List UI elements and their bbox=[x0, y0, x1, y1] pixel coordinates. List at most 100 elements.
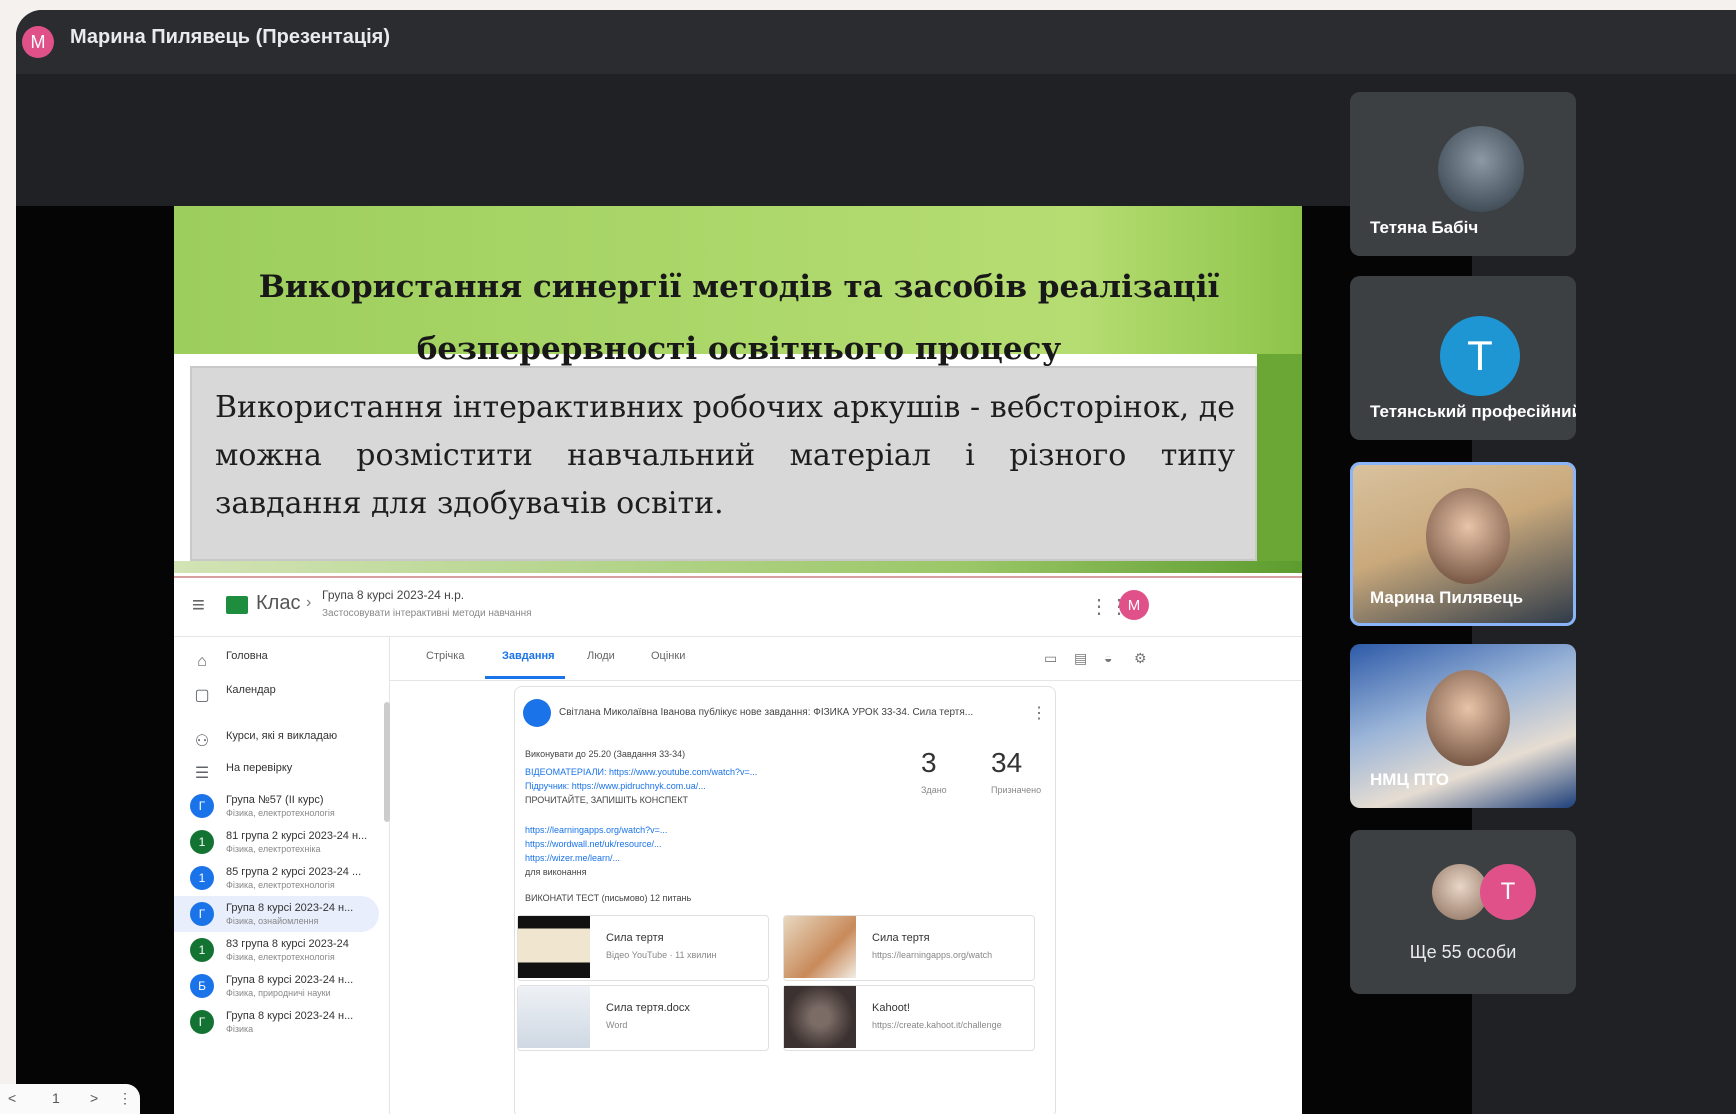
post-link[interactable]: https://wizer.me/learn/... bbox=[525, 853, 620, 863]
more-participants-label: Ще 55 особи bbox=[1409, 942, 1517, 962]
slide-header: Використання синергії методів та засобів… bbox=[174, 206, 1302, 367]
sidebar-item-label: Курси, які я викладаю bbox=[226, 730, 338, 742]
participant-photo bbox=[1438, 126, 1524, 212]
attachment-subtitle: https://learningapps.org/watch bbox=[872, 950, 993, 960]
pager-page-number: 1 bbox=[52, 1090, 60, 1106]
post-link[interactable]: Підручник: https://www.pidruchnyk.com.ua… bbox=[525, 781, 706, 791]
menu-icon[interactable]: ≡ bbox=[192, 592, 205, 618]
sidebar-scrollbar[interactable] bbox=[384, 702, 390, 822]
more-options-icon[interactable]: ⋮ bbox=[1031, 703, 1047, 723]
slide-body-text: Використання інтерактивних робочих аркуш… bbox=[215, 390, 1235, 521]
assigned-label: Призначено bbox=[991, 785, 1042, 795]
assignment-icon bbox=[523, 699, 551, 727]
sidebar-item-label: Група 8 курсі 2023-24 н... bbox=[226, 902, 354, 914]
class-avatar: 1 bbox=[190, 866, 214, 890]
sidebar-item[interactable]: ⚇ Курси, які я викладаю bbox=[174, 724, 379, 760]
class-avatar: Г bbox=[190, 1010, 214, 1034]
post-text: ВИКОНАТИ ТЕСТ (письмово) 12 питань bbox=[525, 893, 692, 903]
sidebar-item[interactable]: Г Група 8 курсі 2023-24 н... Фізика, ознай… bbox=[174, 896, 379, 932]
attachment-card[interactable]: Kahoot! https://create.kahoot.it/challeng… bbox=[783, 985, 1035, 1051]
sidebar-item[interactable]: 1 83 група 8 курсі 2023-24 Фізика, електро… bbox=[174, 932, 379, 968]
attachment-thumbnail bbox=[784, 916, 856, 978]
attachment-thumbnail bbox=[518, 986, 590, 1048]
video-icon[interactable]: ▭ bbox=[1044, 650, 1057, 667]
attachment-title: Сила тертя bbox=[872, 932, 930, 944]
participant-tile[interactable]: Марина Пилявець bbox=[1350, 462, 1576, 626]
sidebar-item-label: 81 група 2 курсі 2023-24 н... bbox=[226, 830, 368, 842]
post-link[interactable]: https://learningapps.org/watch?v=... bbox=[525, 825, 667, 835]
class-avatar: 1 bbox=[190, 830, 214, 854]
slide-stripe bbox=[174, 561, 1302, 573]
post-text: Виконувати до 25.20 (Завдання 33-34) bbox=[525, 749, 686, 759]
sidebar-item-label: Головна bbox=[226, 650, 268, 662]
pager-next-button[interactable]: > bbox=[90, 1090, 98, 1106]
sidebar-item[interactable]: 1 81 група 2 курсі 2023-24 н... Фізика, ел… bbox=[174, 824, 379, 860]
tab-stream[interactable]: Стрічка bbox=[426, 650, 464, 662]
drive-icon[interactable]: ◒ bbox=[1104, 650, 1112, 666]
assigned-count: 34 bbox=[991, 747, 1023, 778]
slide-pager: < 1 > ⋮ bbox=[0, 1084, 140, 1114]
sidebar-item-label: Календар bbox=[226, 684, 276, 696]
sidebar-item[interactable]: Г Група 8 курсі 2023-24 н... Фізика bbox=[174, 1004, 379, 1040]
sidebar-item-label: Група №57 (II курс) bbox=[226, 794, 324, 806]
participant-photo bbox=[1426, 670, 1510, 766]
classroom-logo-icon bbox=[226, 596, 248, 614]
pager-prev-button[interactable]: < bbox=[8, 1090, 16, 1106]
attachment-card[interactable]: Сила тертя Відео YouTube · 11 хвилин bbox=[517, 915, 769, 981]
sidebar-item[interactable]: Б Група 8 курсі 2023-24 н... Фізика, приро… bbox=[174, 968, 379, 1004]
class-avatar: Г bbox=[190, 902, 214, 926]
meeting-window: M Марина Пилявець (Презентація) Використ… bbox=[16, 10, 1736, 1114]
sidebar-item-sublabel: Фізика, електротехнологія bbox=[226, 952, 335, 962]
post-link[interactable]: ВІДЕОМАТЕРІАЛИ: https://www.youtube.com/… bbox=[525, 767, 757, 777]
participant-name: Тетяна Бабіч bbox=[1370, 218, 1479, 237]
calendar-icon[interactable]: ▤ bbox=[1074, 650, 1087, 667]
attachment-title: Сила тертя.docx bbox=[606, 1002, 690, 1014]
submitted-count: 3 bbox=[921, 747, 937, 778]
pager-menu-icon[interactable]: ⋮ bbox=[118, 1090, 132, 1107]
participant-name: Тетянський професійний bbox=[1370, 402, 1576, 421]
sidebar-item[interactable]: 1 85 група 2 курсі 2023-24 ... Фізика, еле… bbox=[174, 860, 379, 896]
attachment-subtitle: Word bbox=[606, 1020, 628, 1030]
sidebar-item-label: На перевірку bbox=[226, 762, 293, 774]
post-text: ПРОЧИТАЙТЕ, ЗАПИШІТЬ КОНСПЕКТ bbox=[525, 795, 688, 805]
post-link[interactable]: https://wordwall.net/uk/resource/... bbox=[525, 839, 662, 849]
sidebar-item[interactable]: ⌂ Головна bbox=[174, 644, 379, 680]
calendar-icon: ▢ bbox=[194, 687, 210, 704]
user-avatar[interactable]: M bbox=[1119, 590, 1149, 620]
tab-grades[interactable]: Оцінки bbox=[651, 650, 685, 662]
sidebar-item-sublabel: Фізика, електротехнологія bbox=[226, 808, 335, 818]
attachment-thumbnail bbox=[784, 986, 856, 1048]
sidebar-item-sublabel: Фізика, електротехніка bbox=[226, 844, 321, 854]
attachment-title: Kahoot! bbox=[872, 1002, 910, 1014]
participant-name: Марина Пилявець bbox=[1370, 588, 1524, 607]
tab-people[interactable]: Люди bbox=[587, 650, 615, 662]
more-participants-tile[interactable]: T Ще 55 особи bbox=[1350, 830, 1576, 994]
classroom-topbar: ≡ Клас › Група 8 курсі 2023-24 н.р. Заст… bbox=[174, 578, 1302, 637]
class-avatar: Г bbox=[190, 794, 214, 818]
participant-tile[interactable]: Тетяна Бабіч bbox=[1350, 92, 1576, 256]
post-text: для виконання bbox=[525, 867, 587, 877]
sidebar-item[interactable]: Г Група №57 (II курс) Фізика, електротехно… bbox=[174, 788, 379, 824]
participant-avatar: T bbox=[1480, 864, 1536, 920]
classroom-screenshot: ≡ Клас › Група 8 курсі 2023-24 н.р. Заст… bbox=[174, 576, 1302, 1114]
course-subtitle: Застосовувати інтерактивні методи навчан… bbox=[322, 608, 532, 619]
participant-tile[interactable]: НМЦ ПТО bbox=[1350, 644, 1576, 808]
attachment-card[interactable]: Сила тертя https://learningapps.org/watch bbox=[783, 915, 1035, 981]
active-tab-indicator bbox=[485, 676, 565, 679]
tab-classwork[interactable]: Завдання bbox=[502, 650, 555, 662]
checklist-icon: ☰ bbox=[194, 765, 210, 782]
sidebar-item-label: 85 група 2 курсі 2023-24 ... bbox=[226, 866, 362, 878]
submitted-label: Здано bbox=[921, 785, 947, 795]
attachment-card[interactable]: Сила тертя.docx Word bbox=[517, 985, 769, 1051]
attachment-subtitle: https://create.kahoot.it/challenge bbox=[872, 1020, 1002, 1030]
sidebar-item[interactable]: ☰ На перевірку bbox=[174, 756, 379, 792]
sidebar-item-label: 83 група 8 курсі 2023-24 bbox=[226, 938, 349, 950]
settings-icon[interactable]: ⚙ bbox=[1134, 650, 1147, 667]
participant-tile[interactable]: T Тетянський професійний bbox=[1350, 276, 1576, 440]
participant-photo bbox=[1426, 488, 1510, 584]
assignment-post[interactable]: Світлана Миколаївна Іванова публікує нов… bbox=[514, 686, 1056, 1114]
slide-accent bbox=[1257, 354, 1302, 569]
sidebar-item[interactable]: ▢ Календар bbox=[174, 678, 379, 714]
classroom-app-name[interactable]: Клас bbox=[256, 592, 300, 615]
presenter-avatar: M bbox=[22, 26, 54, 58]
